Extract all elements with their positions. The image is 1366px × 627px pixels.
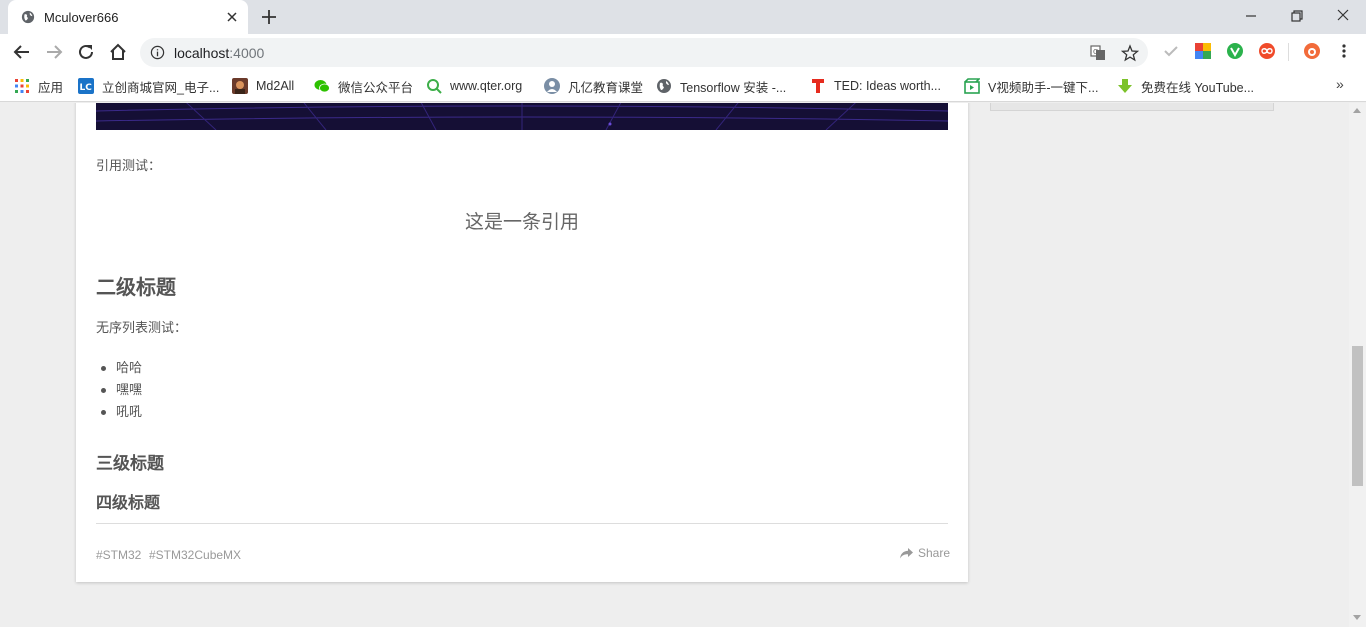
- bookmark-label: www.qter.org: [450, 79, 523, 93]
- tab-title: Mculover666: [44, 10, 119, 25]
- check-extension-icon[interactable]: [1163, 43, 1179, 59]
- bookmarks-overflow-icon[interactable]: »: [1336, 76, 1344, 92]
- bookmark-youtube-dl[interactable]: 免费在线 YouTube...: [1117, 76, 1254, 96]
- url-text: localhost:4000: [174, 45, 264, 61]
- bookmark-tensorflow[interactable]: Tensorflow 安装 -...: [656, 76, 786, 96]
- svg-text:G: G: [1093, 48, 1098, 56]
- apps-grid-icon: [15, 79, 29, 93]
- bookmark-ted[interactable]: TED: Ideas worth...: [810, 76, 941, 96]
- bookmark-star-icon[interactable]: [1121, 44, 1139, 62]
- scroll-up-arrow-icon[interactable]: [1353, 108, 1361, 113]
- url-host: localhost: [174, 45, 230, 61]
- globe-icon: [657, 79, 671, 93]
- bookmark-label: 应用: [38, 80, 64, 95]
- bookmark-label: 立创商城官网_电子...: [102, 80, 220, 95]
- browser-tab[interactable]: Mculover666: [8, 0, 248, 34]
- md2all-icon: [232, 78, 248, 94]
- menu-dots-icon[interactable]: [1336, 43, 1352, 59]
- ted-icon: [812, 79, 824, 93]
- video-icon: [964, 78, 980, 94]
- colorful-extension-icon[interactable]: [1195, 43, 1211, 59]
- bookmark-lcsc[interactable]: LC 立创商城官网_电子...: [78, 76, 219, 96]
- bookmark-label: V视频助手-一键下...: [988, 80, 1099, 95]
- restore-icon[interactable]: [1285, 6, 1309, 26]
- list-item: 嘿嘿: [100, 379, 142, 401]
- list-item: 吼吼: [100, 401, 142, 423]
- profile-avatar-icon[interactable]: [1304, 43, 1320, 59]
- new-tab-icon[interactable]: [259, 7, 279, 27]
- scroll-down-arrow-icon[interactable]: [1353, 615, 1361, 620]
- bookmark-fanyi[interactable]: 凡亿教育课堂: [544, 76, 643, 96]
- browser-toolbar: localhost:4000 G: [0, 34, 1366, 70]
- bookmark-apps[interactable]: 应用: [14, 76, 63, 96]
- list-item: 哈哈: [100, 357, 142, 379]
- post-banner-image: [96, 103, 948, 130]
- heading-level-4: 四级标题: [96, 495, 161, 512]
- tag-link[interactable]: #STM32: [96, 548, 141, 562]
- address-bar[interactable]: localhost:4000 G: [140, 38, 1148, 67]
- share-button[interactable]: Share: [900, 546, 950, 560]
- translate-icon[interactable]: G: [1089, 44, 1107, 62]
- banner-grid-graphic: [96, 103, 948, 130]
- bookmark-label: Md2All: [256, 79, 295, 93]
- post-card: 引用测试： 这是一条引用 二级标题 无序列表测试： 哈哈 嘿嘿 吼吼 三级标题 …: [76, 103, 968, 582]
- post-divider: [96, 523, 948, 524]
- tag-link[interactable]: #STM32CubeMX: [149, 548, 241, 562]
- wechat-icon: [314, 80, 330, 93]
- bookmark-label: 微信公众平台: [338, 80, 414, 95]
- back-arrow-icon[interactable]: [11, 41, 33, 63]
- globe-icon: [21, 10, 35, 24]
- download-icon: [1118, 79, 1132, 93]
- qter-icon: [427, 79, 442, 94]
- bookmark-label: TED: Ideas worth...: [834, 79, 941, 93]
- user-icon: [544, 78, 560, 94]
- close-tab-icon[interactable]: [224, 9, 240, 25]
- bookmark-qter[interactable]: www.qter.org: [426, 76, 522, 96]
- home-icon[interactable]: [107, 41, 129, 63]
- bookmark-label: 免费在线 YouTube...: [1141, 80, 1255, 95]
- bookmark-label: 凡亿教育课堂: [568, 80, 644, 95]
- reload-icon[interactable]: [75, 41, 97, 63]
- bookmark-label: Tensorflow 安装 -...: [680, 80, 787, 95]
- tab-strip: Mculover666: [0, 0, 1366, 34]
- unordered-list: 哈哈 嘿嘿 吼吼: [100, 357, 142, 423]
- url-port: :4000: [229, 45, 265, 61]
- bookmark-wechat[interactable]: 微信公众平台: [314, 76, 413, 96]
- page-viewport: 引用测试： 这是一条引用 二级标题 无序列表测试： 哈哈 嘿嘿 吼吼 三级标题 …: [0, 103, 1349, 627]
- bookmark-vvideo[interactable]: V视频助手-一键下...: [964, 76, 1098, 96]
- infinity-extension-icon[interactable]: [1259, 43, 1275, 59]
- blockquote: 这是一条引用: [464, 211, 579, 233]
- quote-intro-text: 引用测试：: [96, 158, 162, 173]
- share-label: Share: [918, 546, 951, 560]
- bookmark-md2all[interactable]: Md2All: [232, 76, 294, 96]
- share-icon: [900, 547, 913, 558]
- list-intro-text: 无序列表测试：: [96, 320, 188, 335]
- minimize-icon[interactable]: [1239, 6, 1263, 26]
- close-window-icon[interactable]: [1331, 6, 1355, 26]
- site-info-icon[interactable]: [150, 45, 165, 60]
- heading-level-2: 二级标题: [96, 277, 176, 299]
- scroll-thumb[interactable]: [1352, 346, 1363, 486]
- svg-text:LC: LC: [80, 83, 93, 93]
- heading-level-3: 三级标题: [96, 454, 164, 473]
- forward-arrow-icon[interactable]: [43, 41, 65, 63]
- green-v-extension-icon[interactable]: [1227, 43, 1243, 59]
- lc-logo-icon: LC: [78, 78, 94, 94]
- bookmarks-bar: 应用 LC 立创商城官网_电子... Md2All 微信公众平台 www.qte…: [0, 70, 1366, 102]
- sidebar-widget: [990, 103, 1274, 111]
- toolbar-separator: [1288, 43, 1289, 61]
- vertical-scrollbar[interactable]: [1349, 103, 1366, 627]
